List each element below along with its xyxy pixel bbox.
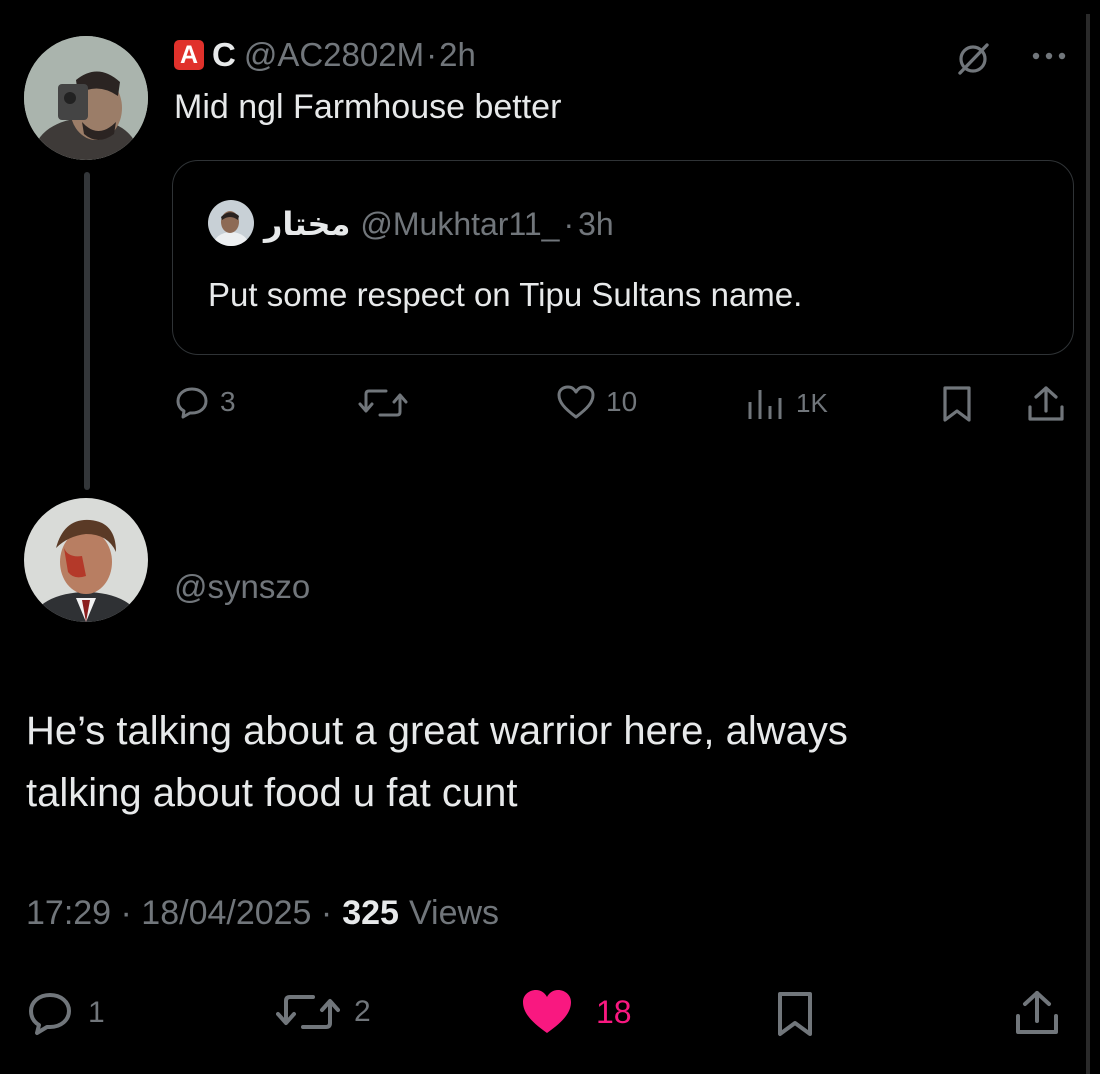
quote-display-name[interactable]: مختار	[264, 205, 350, 243]
reply-avatar[interactable]	[24, 498, 148, 622]
more-icon[interactable]	[1030, 50, 1070, 62]
bookmark-icon	[940, 384, 974, 424]
views-icon	[746, 386, 786, 420]
parent-reply-action[interactable]: 3	[174, 384, 236, 420]
parent-separator: ·	[426, 36, 438, 73]
like-icon	[520, 988, 574, 1036]
parent-repost-action[interactable]	[358, 386, 408, 420]
parent-bookmark-action[interactable]	[940, 384, 974, 424]
thread-connector-line	[84, 172, 90, 490]
reply-icon	[174, 384, 210, 420]
reply-reply-count: 1	[88, 996, 105, 1029]
reply-handle[interactable]: @synszo	[174, 568, 310, 606]
reply-like-count: 18	[596, 993, 632, 1030]
reply-meta: 17:29 · 18/04/2025 · 325 Views	[26, 894, 499, 933]
reply-text-line-2: talking about food u fat cunt	[26, 771, 518, 815]
reply-views-count: 325	[342, 894, 399, 932]
reply-timestamp[interactable]: 17:29 · 18/04/2025 ·	[26, 894, 332, 933]
quote-text: Put some respect on Tipu Sultans name.	[208, 276, 803, 313]
repost-icon	[276, 990, 340, 1034]
reply-reply-action[interactable]: 1	[26, 990, 105, 1036]
parent-share-action[interactable]	[1026, 384, 1066, 424]
quote-avatar[interactable]	[208, 200, 254, 246]
reply-views-label: Views	[408, 894, 500, 932]
share-icon	[1014, 988, 1060, 1038]
parent-like-action[interactable]: 10	[556, 384, 637, 420]
grok-icon[interactable]	[954, 40, 992, 78]
reply-icon	[26, 990, 74, 1036]
parent-handle[interactable]: @AC2802M	[244, 36, 424, 74]
reply-repost-action[interactable]: 2	[276, 990, 371, 1034]
quote-separator: ·	[563, 205, 575, 242]
parent-like-count: 10	[606, 386, 638, 417]
quote-header: مختار @Mukhtar11_ · 3h	[264, 202, 614, 246]
parent-tweet-header: A C @AC2802M · 2h	[174, 36, 476, 74]
bookmark-icon	[774, 990, 816, 1038]
reply-bookmark-action[interactable]	[774, 990, 816, 1038]
parent-reply-count: 3	[220, 386, 236, 417]
parent-time[interactable]: 2h	[439, 36, 476, 74]
reply-text-line-1: He’s talking about a great warrior here,…	[26, 709, 848, 753]
parent-views-action[interactable]: 1K	[746, 386, 828, 420]
reply-share-action[interactable]	[1014, 988, 1060, 1038]
parent-avatar[interactable]	[24, 36, 148, 160]
reply-like-action[interactable]: 18	[520, 988, 632, 1036]
quoted-tweet-card[interactable]	[172, 160, 1074, 355]
parent-views-count: 1K	[796, 387, 828, 418]
parent-tweet-text: Mid ngl Farmhouse better	[174, 88, 562, 126]
like-icon	[556, 384, 596, 420]
quote-handle[interactable]: @Mukhtar11_	[360, 206, 559, 243]
quote-time[interactable]: 3h	[578, 206, 614, 243]
repost-icon	[358, 386, 408, 420]
parent-display-name[interactable]: C	[212, 36, 236, 74]
share-icon	[1026, 384, 1066, 424]
reply-repost-count: 2	[354, 995, 371, 1028]
reply-text: He’s talking about a great warrior here,…	[26, 700, 848, 824]
flag-a-badge: A	[174, 40, 204, 70]
right-edge-divider	[1086, 14, 1090, 1074]
